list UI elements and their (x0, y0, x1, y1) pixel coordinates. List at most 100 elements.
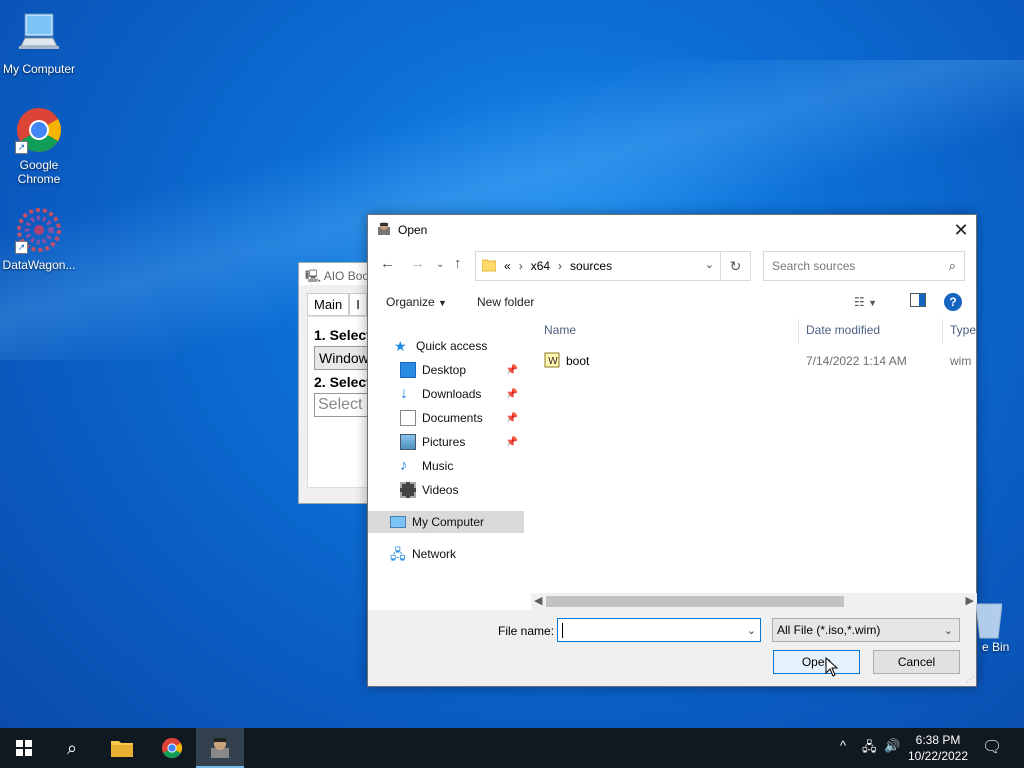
breadcrumb-overflow[interactable]: « (504, 259, 511, 273)
resize-grip-icon[interactable]: ⋰ (966, 675, 974, 684)
shortcut-arrow-icon: ↗ (15, 241, 28, 254)
column-separator (798, 319, 799, 343)
network-tray-icon[interactable]: 🖧 (862, 738, 877, 760)
preview-pane-icon (910, 293, 926, 307)
file-name-label: File name: (498, 624, 555, 638)
help-button[interactable]: ? (944, 293, 962, 311)
desktop-icon-google-chrome[interactable]: ↗ Google Chrome (0, 106, 78, 186)
nav-my-computer[interactable]: My Computer (368, 511, 524, 533)
preview-pane-button[interactable] (910, 293, 926, 310)
folder-icon (481, 258, 497, 275)
open-button[interactable]: Open (773, 650, 860, 674)
nav-videos[interactable]: Videos (368, 479, 524, 501)
column-header-type[interactable]: Type (950, 323, 976, 337)
nav-documents[interactable]: Documents 📌 (368, 407, 524, 429)
view-options-button[interactable]: ☷ ▼ (854, 295, 877, 309)
new-folder-button[interactable]: New folder (477, 295, 534, 309)
nav-network[interactable]: 🖧 Network (368, 543, 524, 565)
breadcrumb-x64[interactable]: x64 (531, 259, 550, 273)
aio-window-title: 🖳 AIO Boo (299, 263, 377, 285)
aio-tab-main[interactable]: Main (307, 293, 350, 316)
wim-file-icon: W (544, 352, 560, 371)
pin-icon: 📌 (505, 436, 518, 448)
aio-step2-label: 2. Select (314, 374, 371, 390)
chevron-down-icon[interactable]: ⌄ (747, 624, 756, 637)
up-button[interactable]: ↑ (454, 255, 462, 272)
aio-app-icon: 🖳 (305, 269, 322, 283)
clock[interactable]: 6:38 PM 10/22/2022 (902, 732, 974, 764)
search-button[interactable]: ⌕ (48, 728, 96, 768)
organize-button[interactable]: Organize ▼ (386, 295, 447, 309)
file-date: 7/14/2022 1:14 AM (806, 354, 907, 368)
search-icon: ⌕ (66, 737, 78, 758)
nav-quick-access[interactable]: ★ Quick access (368, 335, 524, 357)
breadcrumb-separator-icon: › (518, 259, 523, 273)
chevron-down-icon: ⌄ (436, 259, 445, 270)
pin-icon: 📌 (505, 412, 518, 424)
address-dropdown-icon[interactable]: ⌄ (705, 258, 714, 271)
action-center-button[interactable]: 🗨 (982, 737, 1002, 757)
desktop-icon-label: My Computer (2, 62, 76, 76)
refresh-icon: ↻ (729, 258, 742, 274)
refresh-button[interactable]: ↻ (720, 252, 750, 280)
file-row-boot[interactable]: W boot 7/14/2022 1:14 AM wim (538, 349, 976, 371)
clock-time: 6:38 PM (915, 733, 961, 747)
recycle-bin-icon (975, 600, 1003, 640)
file-type-filter[interactable]: All File (*.iso,*.wim) ⌄ (772, 618, 960, 642)
aio-boot-window[interactable]: 🖳 AIO Boo Main I 1. Select Windows 2. Se… (298, 262, 378, 504)
open-dialog[interactable]: Open ✕ ← → ⌄ ↑ « › x64 › sources ⌄ ↻ Sea… (367, 214, 977, 687)
desktop-icon-recycle-bin[interactable]: e Bin (962, 600, 1022, 654)
chrome-icon: ↗ (15, 106, 63, 154)
arrow-left-icon: ← (380, 255, 395, 272)
search-input[interactable]: Search sources ⌕ (763, 251, 965, 281)
arrow-right-icon: → (410, 255, 425, 272)
dialog-title-bar: Open (368, 215, 976, 245)
scroll-thumb[interactable] (546, 596, 844, 607)
nav-pictures[interactable]: Pictures 📌 (368, 431, 524, 453)
nav-music[interactable]: ♪ Music (368, 455, 524, 477)
list-view-icon: ☷ (854, 295, 865, 309)
nav-desktop[interactable]: Desktop 📌 (368, 359, 524, 381)
column-header-date[interactable]: Date modified (806, 323, 880, 337)
desktop-icon-my-computer[interactable]: My Computer (0, 10, 78, 76)
windows-logo-icon (16, 740, 32, 756)
aio-step1-label: 1. Select (314, 327, 371, 343)
column-header-name[interactable]: Name (544, 323, 576, 337)
dialog-footer: File name: ⌄ All File (*.iso,*.wim) ⌄ Op… (368, 610, 976, 686)
sort-ascending-icon: ^ (664, 319, 669, 324)
desktop-icon-datawagon[interactable]: ↗ DataWagon... (0, 206, 78, 272)
taskbar-chrome[interactable] (148, 728, 196, 768)
breadcrumb-separator-icon: › (558, 259, 563, 273)
navigation-pane: ★ Quick access Desktop 📌 ↓ Downloads 📌 D… (368, 319, 526, 599)
file-name-input[interactable]: ⌄ (557, 618, 761, 642)
show-hidden-icons-button[interactable]: ^ (840, 738, 846, 753)
volume-icon[interactable]: 🔊 (884, 738, 900, 754)
aio-tab-second[interactable]: I (349, 293, 367, 316)
breadcrumb-sources[interactable]: sources (570, 259, 612, 273)
start-button[interactable] (0, 728, 48, 768)
desktop-folder-icon (400, 362, 416, 378)
taskbar-aio-boot[interactable] (196, 728, 244, 768)
address-bar[interactable]: « › x64 › sources ⌄ ↻ (475, 251, 751, 281)
close-icon: ✕ (953, 220, 969, 240)
mouse-cursor-icon (825, 656, 839, 680)
taskbar-file-explorer[interactable] (98, 728, 146, 768)
forward-button[interactable]: → (410, 255, 425, 272)
film-icon (400, 482, 416, 498)
pin-icon: 📌 (505, 364, 518, 376)
cancel-button[interactable]: Cancel (873, 650, 960, 674)
computer-icon (390, 516, 406, 528)
file-type: wim (950, 354, 972, 368)
horizontal-scrollbar[interactable]: ◀ ▶ (531, 593, 977, 610)
recent-locations-button[interactable]: ⌄ (436, 259, 444, 270)
notification-icon: 🗨 (982, 739, 1003, 756)
taskbar: ⌕ ^ 🖧 🔊 6:38 PM 10/22/2022 🗨 (0, 728, 1024, 768)
nav-downloads[interactable]: ↓ Downloads 📌 (368, 383, 524, 405)
close-button[interactable]: ✕ (946, 215, 976, 245)
scroll-left-icon[interactable]: ◀ (534, 594, 542, 607)
music-icon: ♪ (400, 457, 408, 474)
search-icon: ⌕ (948, 258, 956, 273)
desktop-icon-label: DataWagon... (2, 258, 76, 272)
file-name: boot (566, 354, 590, 368)
back-button[interactable]: ← (380, 255, 395, 272)
